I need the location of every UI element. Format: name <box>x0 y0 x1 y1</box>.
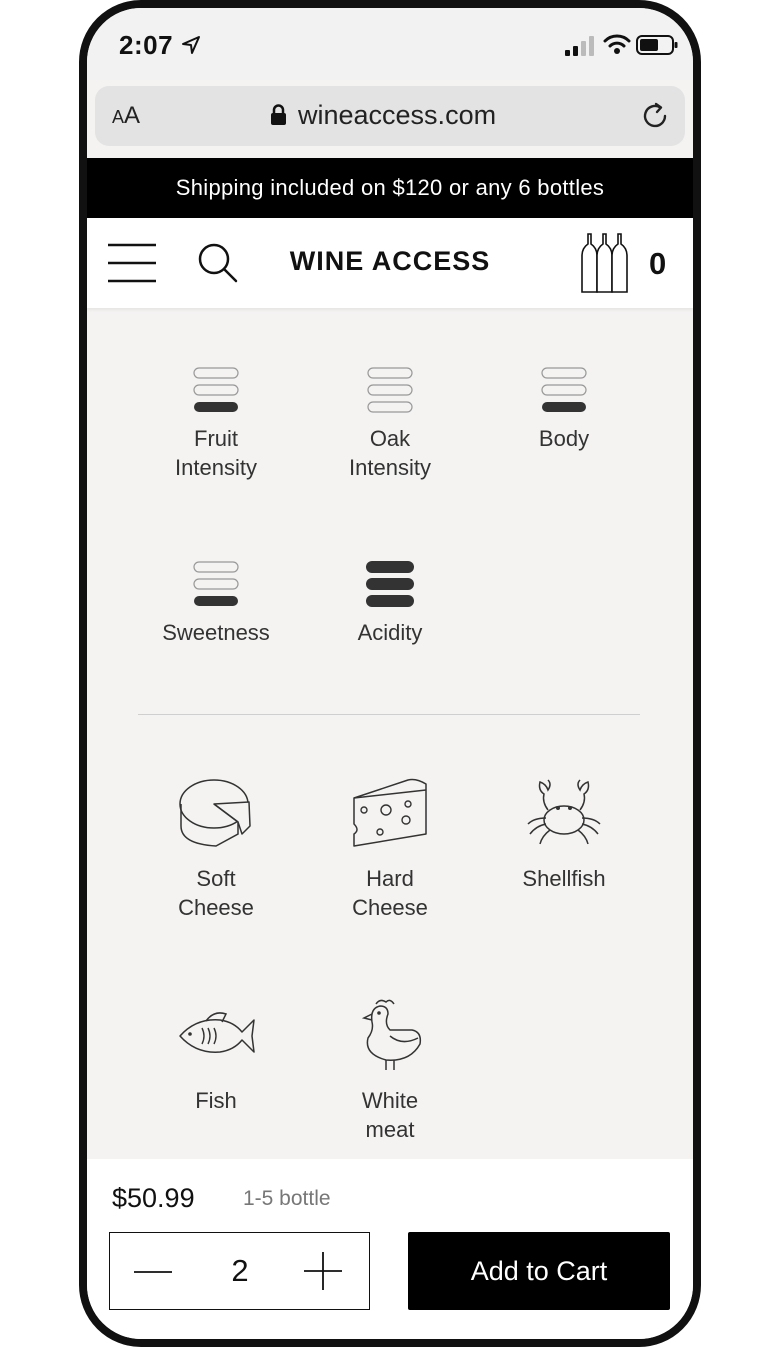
attribute-label: Intensity <box>175 455 257 480</box>
pairing-fish: Fish <box>136 996 296 1115</box>
battery-icon <box>636 35 678 55</box>
site-header: WINE ACCESS 0 <box>87 218 693 308</box>
pairing-shellfish: Shellfish <box>484 774 644 893</box>
text-size-button[interactable]: AA <box>112 102 140 130</box>
attribute-label: Acidity <box>357 620 423 645</box>
cellular-signal-icon <box>565 36 594 56</box>
pairing-label: White <box>361 1088 419 1113</box>
pairing-label: Cheese <box>352 895 428 920</box>
attribute-label: Oak <box>369 426 411 451</box>
url-text[interactable]: wineaccess.com <box>298 100 496 131</box>
section-divider <box>138 714 640 715</box>
attribute-label: Intensity <box>349 455 431 480</box>
level-meter-icon <box>367 367 413 413</box>
pairing-label: meat <box>365 1117 415 1142</box>
attribute-body: Body <box>494 366 634 453</box>
pairing-label: Soft <box>196 866 236 891</box>
cart-button[interactable]: 0 <box>579 232 671 294</box>
pairing-soft-cheese: Soft Cheese <box>136 774 296 922</box>
price: $50.99 <box>112 1183 195 1213</box>
crab-icon <box>527 779 601 845</box>
attribute-label: Sweetness <box>162 620 270 645</box>
attribute-label: Fruit <box>194 426 238 451</box>
price-note: 1-5 bottle <box>243 1187 331 1210</box>
attribute-oak-intensity: Oak Intensity <box>320 366 460 482</box>
attribute-fruit-intensity: Fruit Intensity <box>146 366 286 482</box>
wine-bottles-icon <box>581 233 628 293</box>
level-meter-icon <box>541 367 587 412</box>
add-to-cart-button[interactable]: Add to Cart <box>408 1232 670 1310</box>
pairing-label: Fish <box>195 1088 237 1113</box>
location-arrow-icon <box>182 36 200 54</box>
status-bar: 2:07 <box>87 8 693 80</box>
level-meter-icon <box>193 367 239 412</box>
hard-cheese-icon <box>353 778 427 847</box>
attribute-label: Body <box>538 426 590 451</box>
chicken-icon <box>361 999 422 1070</box>
pairing-white-meat: White meat <box>310 996 470 1144</box>
plus-icon[interactable] <box>303 1251 343 1291</box>
fish-icon <box>179 1012 255 1053</box>
lock-icon <box>271 104 286 125</box>
level-meter-icon <box>366 561 414 607</box>
browser-address-bar[interactable]: AA wineaccess.com <box>95 86 685 146</box>
pairing-label: Cheese <box>178 895 254 920</box>
soft-cheese-icon <box>179 779 251 847</box>
phone-frame: 2:07 AA wineaccess.com Shipping included… <box>79 0 701 1347</box>
level-meter-icon <box>193 561 239 606</box>
shipping-banner: Shipping included on $120 or any 6 bottl… <box>87 158 693 218</box>
quantity-value[interactable]: 2 <box>210 1253 270 1289</box>
wifi-icon <box>603 34 631 54</box>
minus-icon[interactable] <box>132 1255 174 1289</box>
attribute-sweetness: Sweetness <box>146 560 286 647</box>
reload-icon[interactable] <box>641 101 671 131</box>
attribute-acidity: Acidity <box>320 560 460 647</box>
status-time: 2:07 <box>119 30 174 60</box>
pairing-label: Shellfish <box>522 866 606 891</box>
purchase-bar: $50.99 1-5 bottle 2 Add to Cart <box>87 1159 693 1339</box>
quantity-stepper: 2 <box>109 1232 370 1310</box>
pairing-hard-cheese: Hard Cheese <box>310 774 470 922</box>
pairing-label: Hard <box>366 866 414 891</box>
cart-count: 0 <box>649 246 667 281</box>
